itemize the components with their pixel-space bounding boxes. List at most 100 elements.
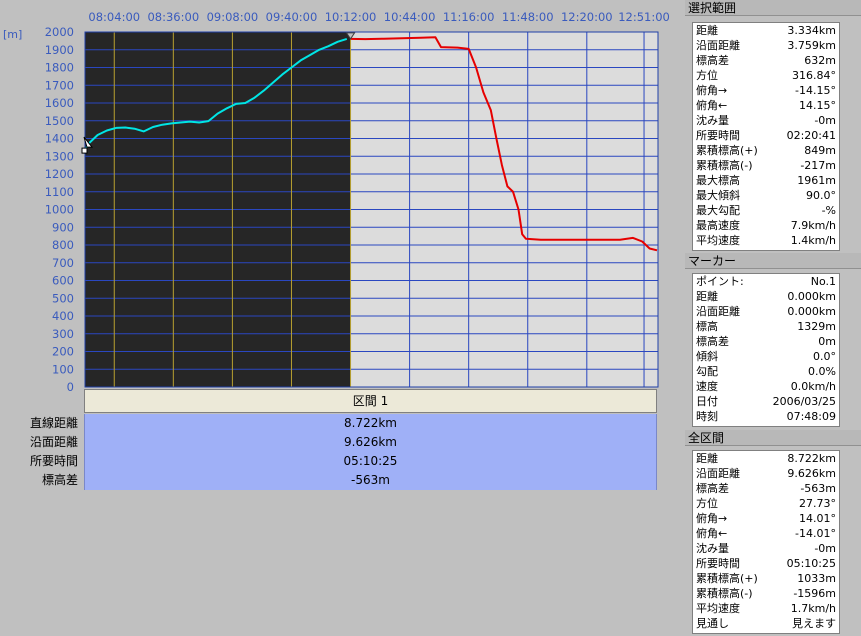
y-tick-label: 1600 [45,96,74,110]
x-axis-ticks: 08:04:00 08:36:00 09:08:00 09:40:00 10:12:00… [88,10,669,24]
panel-row-label: 最大勾配 [696,204,740,217]
panel-row: 俯角← 14.15° [693,98,839,113]
panel-row-value: 02:20:41 [786,129,836,142]
panel-row: 累積標高(+) 1033m [693,571,839,586]
panel-row-label: 平均速度 [696,602,740,615]
x-tick-label: 12:51:00 [618,10,670,24]
panel-row: 傾斜 0.0° [693,349,839,364]
panel-row-value: No.1 [810,275,836,288]
marker-panel-title: マーカー [685,253,861,269]
panel-row-label: 日付 [696,395,718,408]
panel-row-value: 2006/03/25 [772,395,836,408]
y-tick-label: 1300 [45,149,74,163]
panel-row: 平均速度 1.4km/h [693,233,839,248]
panel-row: 方位 27.73° [693,496,839,511]
total-panel: 距離 8.722km 沿面距離 9.626km 標高差 -563m 方位 27.73° 俯角→ 1… [692,450,840,634]
panel-row-value: 0.0% [808,365,836,378]
panel-row: 時刻 07:48:09 [693,409,839,424]
summary-value: 9.626km [84,433,657,452]
panel-row-value: 849m [804,144,836,157]
panel-row-label: 沿面距離 [696,39,740,52]
y-tick-label: 400 [52,309,74,323]
panel-row: 沿面距離 0.000km [693,304,839,319]
panel-row-value: 0.000km [787,305,836,318]
panel-row: 俯角← -14.01° [693,526,839,541]
summary-row: 標高差 -563m [0,471,660,490]
panel-row-value: -14.15° [795,84,836,97]
panel-row-label: 沈み量 [696,542,729,555]
grid-lines [85,31,658,388]
panel-row-value: 9.626km [787,467,836,480]
panel-row: 見通し 見えます [693,616,839,631]
elevation-profile-chart[interactable]: [m] 200019001800170016001500140013001200… [0,0,682,395]
panel-row: 所要時間 02:20:41 [693,128,839,143]
panel-row-value: 0.0km/h [790,380,836,393]
y-unit-label: [m] [3,28,22,41]
panel-row: 標高差 -563m [693,481,839,496]
panel-row-value: 632m [804,54,836,67]
summary-label: 所要時間 [29,454,78,468]
panel-row-label: 勾配 [696,365,718,378]
panel-row: 勾配 0.0% [693,364,839,379]
y-axis-ticks: 2000190018001700160015001400130012001100… [45,25,74,394]
panel-row: 俯角→ 14.01° [693,511,839,526]
panel-row-value: 8.722km [787,452,836,465]
summary-label: 沿面距離 [29,435,78,449]
panel-row-label: 沿面距離 [696,305,740,318]
x-tick-label: 09:40:00 [266,10,318,24]
panel-row-label: 累積標高(-) [696,587,753,600]
summary-label: 直線距離 [29,416,78,430]
panel-row: 平均速度 1.7km/h [693,601,839,616]
y-tick-label: 2000 [45,25,74,39]
panel-row-value: 90.0° [806,189,836,202]
y-tick-label: 1100 [45,185,74,199]
summary-row: 直線距離 8.722km [0,414,660,433]
y-tick-label: 1800 [45,61,74,75]
panel-row: 最高速度 7.9km/h [693,218,839,233]
panel-row: 沿面距離 3.759km [693,38,839,53]
y-tick-label: 800 [52,238,74,252]
panel-row-label: 最大標高 [696,174,740,187]
panel-row: 累積標高(-) -217m [693,158,839,173]
selection-panel-title: 選択範囲 [685,0,861,16]
y-tick-label: 100 [52,362,74,376]
panel-row-value: 7.9km/h [790,219,836,232]
panel-row: 速度 0.0km/h [693,379,839,394]
y-tick-label: 900 [52,220,74,234]
panel-row-label: 沿面距離 [696,467,740,480]
panel-row: 沈み量 -0m [693,541,839,556]
x-tick-label: 12:20:00 [561,10,613,24]
panel-row: 標高差 632m [693,53,839,68]
y-tick-label: 700 [52,256,74,270]
panel-row: 方位 316.84° [693,68,839,83]
panel-row-label: 俯角→ [696,84,728,97]
panel-row-value: 1961m [797,174,836,187]
panel-row: 所要時間 05:10:25 [693,556,839,571]
panel-row-label: 標高差 [696,335,729,348]
panel-row: 日付 2006/03/25 [693,394,839,409]
panel-row-value: 1.4km/h [790,234,836,247]
panel-row-label: ポイント: [696,275,744,288]
panel-row: ポイント: No.1 [693,274,839,289]
panel-row-label: 所要時間 [696,129,740,142]
panel-row-label: 沈み量 [696,114,729,127]
panel-row: 距離 3.334km [693,23,839,38]
panel-row-label: 標高差 [696,482,729,495]
y-tick-label: 0 [67,380,74,394]
y-tick-label: 600 [52,274,74,288]
panel-row-label: 距離 [696,290,718,303]
panel-row-label: 傾斜 [696,350,718,363]
section-header[interactable]: 区間 1 [84,389,657,413]
panel-row-value: -% [821,204,836,217]
panel-row-value: 0.0° [813,350,836,363]
x-tick-label: 09:08:00 [207,10,259,24]
panel-row-label: 最高速度 [696,219,740,232]
panel-row-label: 平均速度 [696,234,740,247]
panel-row-value: 14.01° [799,512,836,525]
panel-row-value: 07:48:09 [786,410,836,423]
panel-row-label: 俯角← [696,527,728,540]
selection-panel: 距離 3.334km 沿面距離 3.759km 標高差 632m 方位 316.84° 俯角→ -… [692,22,840,251]
summary-row: 沿面距離 9.626km [0,433,660,452]
panel-row: 最大標高 1961m [693,173,839,188]
start-point-marker[interactable] [81,147,88,154]
